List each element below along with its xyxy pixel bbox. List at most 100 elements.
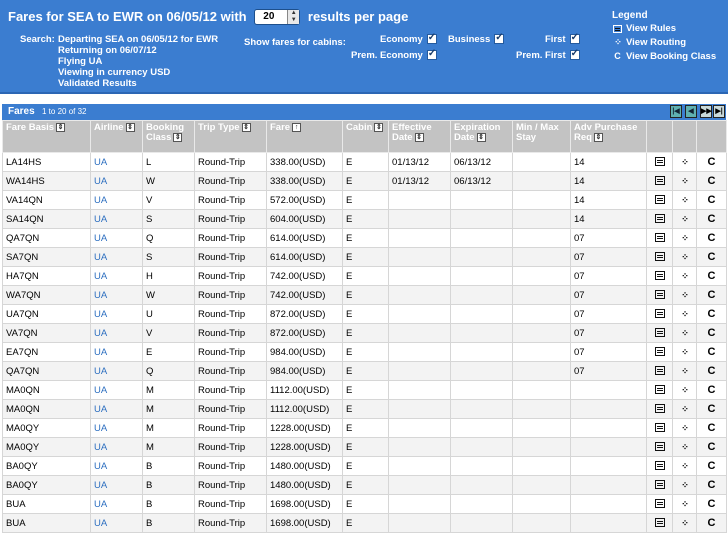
view-rules-button[interactable] bbox=[646, 399, 673, 419]
routing-icon[interactable]: ⁘ bbox=[681, 309, 688, 319]
rules-icon[interactable] bbox=[654, 499, 665, 509]
view-booking-class-button[interactable]: C bbox=[696, 228, 727, 248]
routing-icon[interactable]: ⁘ bbox=[681, 518, 688, 528]
booking-class-icon[interactable]: C bbox=[708, 289, 716, 301]
routing-icon[interactable]: ⁘ bbox=[681, 195, 688, 205]
cell-airline[interactable]: UA bbox=[90, 475, 143, 495]
view-routing-button[interactable]: ⁘ bbox=[672, 266, 697, 286]
booking-class-icon[interactable]: C bbox=[708, 270, 716, 282]
sort-icon[interactable]: ⇕ bbox=[476, 133, 486, 142]
view-routing-button[interactable]: ⁘ bbox=[672, 171, 697, 191]
view-routing-button[interactable]: ⁘ bbox=[672, 323, 697, 343]
routing-icon[interactable]: ⁘ bbox=[681, 271, 688, 281]
routing-icon[interactable]: ⁘ bbox=[681, 366, 688, 376]
routing-icon[interactable]: ⁘ bbox=[681, 157, 688, 167]
view-booking-class-button[interactable]: C bbox=[696, 266, 727, 286]
business-checkbox[interactable] bbox=[494, 32, 505, 45]
cell-airline[interactable]: UA bbox=[90, 228, 143, 248]
booking-class-icon[interactable]: C bbox=[708, 251, 716, 263]
rules-icon[interactable] bbox=[654, 157, 665, 167]
rules-icon[interactable] bbox=[654, 442, 665, 452]
rules-icon[interactable] bbox=[654, 290, 665, 300]
view-rules-button[interactable] bbox=[646, 266, 673, 286]
cell-airline[interactable]: UA bbox=[90, 190, 143, 210]
rules-icon[interactable] bbox=[654, 195, 665, 205]
routing-icon[interactable]: ⁘ bbox=[681, 442, 688, 452]
cell-airline[interactable]: UA bbox=[90, 342, 143, 362]
cell-airline[interactable]: UA bbox=[90, 418, 143, 438]
col-expiration-date[interactable]: Expiration Date ⇕ bbox=[450, 120, 513, 153]
view-booking-class-button[interactable]: C bbox=[696, 399, 727, 419]
next-page-button[interactable]: ▶▶ bbox=[700, 105, 712, 118]
cabin-economy[interactable]: Economy bbox=[380, 32, 437, 45]
prem-economy-checkbox[interactable] bbox=[426, 48, 437, 61]
col-airline[interactable]: Airline ⇕ bbox=[90, 120, 143, 153]
cell-airline[interactable]: UA bbox=[90, 494, 143, 514]
booking-class-icon[interactable]: C bbox=[708, 479, 716, 491]
view-rules-button[interactable] bbox=[646, 342, 673, 362]
booking-class-icon[interactable]: C bbox=[708, 365, 716, 377]
rules-icon[interactable] bbox=[654, 271, 665, 281]
view-booking-class-button[interactable]: C bbox=[696, 247, 727, 267]
stepper-icon[interactable]: ▲ ▼ bbox=[287, 9, 300, 24]
view-rules-button[interactable] bbox=[646, 437, 673, 457]
view-booking-class-button[interactable]: C bbox=[696, 323, 727, 343]
view-routing-button[interactable]: ⁘ bbox=[672, 152, 697, 172]
view-rules-button[interactable] bbox=[646, 152, 673, 172]
view-rules-button[interactable] bbox=[646, 380, 673, 400]
view-booking-class-button[interactable]: C bbox=[696, 209, 727, 229]
view-routing-button[interactable]: ⁘ bbox=[672, 494, 697, 514]
view-routing-button[interactable]: ⁘ bbox=[672, 247, 697, 267]
view-booking-class-button[interactable]: C bbox=[696, 361, 727, 381]
cell-airline[interactable]: UA bbox=[90, 513, 143, 533]
view-routing-button[interactable]: ⁘ bbox=[672, 304, 697, 324]
col-cabin[interactable]: Cabin ⇕ bbox=[342, 120, 389, 153]
booking-class-icon[interactable]: C bbox=[708, 460, 716, 472]
booking-class-icon[interactable]: C bbox=[708, 498, 716, 510]
view-booking-class-button[interactable]: C bbox=[696, 475, 727, 495]
rules-icon[interactable] bbox=[654, 233, 665, 243]
booking-class-icon[interactable]: C bbox=[708, 308, 716, 320]
rules-icon[interactable] bbox=[654, 176, 665, 186]
prem-first-checkbox[interactable] bbox=[569, 48, 580, 61]
cell-airline[interactable]: UA bbox=[90, 304, 143, 324]
sort-icon[interactable]: ⇕ bbox=[374, 123, 384, 132]
routing-icon[interactable]: ⁘ bbox=[681, 499, 688, 509]
view-booking-class-button[interactable]: C bbox=[696, 418, 727, 438]
view-rules-button[interactable] bbox=[646, 247, 673, 267]
view-routing-button[interactable]: ⁘ bbox=[672, 361, 697, 381]
routing-icon[interactable]: ⁘ bbox=[681, 385, 688, 395]
view-routing-button[interactable]: ⁘ bbox=[672, 209, 697, 229]
booking-class-icon[interactable]: C bbox=[708, 384, 716, 396]
cell-airline[interactable]: UA bbox=[90, 171, 143, 191]
rules-icon[interactable] bbox=[654, 423, 665, 433]
cell-airline[interactable]: UA bbox=[90, 399, 143, 419]
sort-icon[interactable]: ⇕ bbox=[125, 123, 135, 132]
sort-ascending-icon[interactable]: ↑ bbox=[292, 123, 302, 132]
view-booking-class-button[interactable]: C bbox=[696, 171, 727, 191]
routing-icon[interactable]: ⁘ bbox=[681, 461, 688, 471]
view-rules-button[interactable] bbox=[646, 494, 673, 514]
routing-icon[interactable]: ⁘ bbox=[681, 214, 688, 224]
booking-class-icon[interactable]: C bbox=[708, 346, 716, 358]
view-booking-class-button[interactable]: C bbox=[696, 513, 727, 533]
view-booking-class-button[interactable]: C bbox=[696, 304, 727, 324]
booking-class-icon[interactable]: C bbox=[708, 327, 716, 339]
view-routing-button[interactable]: ⁘ bbox=[672, 456, 697, 476]
view-booking-class-button[interactable]: C bbox=[696, 437, 727, 457]
view-rules-button[interactable] bbox=[646, 228, 673, 248]
routing-icon[interactable]: ⁘ bbox=[681, 404, 688, 414]
rules-icon[interactable] bbox=[654, 480, 665, 490]
view-rules-button[interactable] bbox=[646, 513, 673, 533]
rules-icon[interactable] bbox=[654, 461, 665, 471]
view-routing-button[interactable]: ⁘ bbox=[672, 399, 697, 419]
cell-airline[interactable]: UA bbox=[90, 456, 143, 476]
cell-airline[interactable]: UA bbox=[90, 209, 143, 229]
first-checkbox[interactable] bbox=[569, 32, 580, 45]
view-rules-button[interactable] bbox=[646, 190, 673, 210]
booking-class-icon[interactable]: C bbox=[708, 441, 716, 453]
cell-airline[interactable]: UA bbox=[90, 152, 143, 172]
cell-airline[interactable]: UA bbox=[90, 437, 143, 457]
view-booking-class-button[interactable]: C bbox=[696, 456, 727, 476]
rules-icon[interactable] bbox=[654, 214, 665, 224]
